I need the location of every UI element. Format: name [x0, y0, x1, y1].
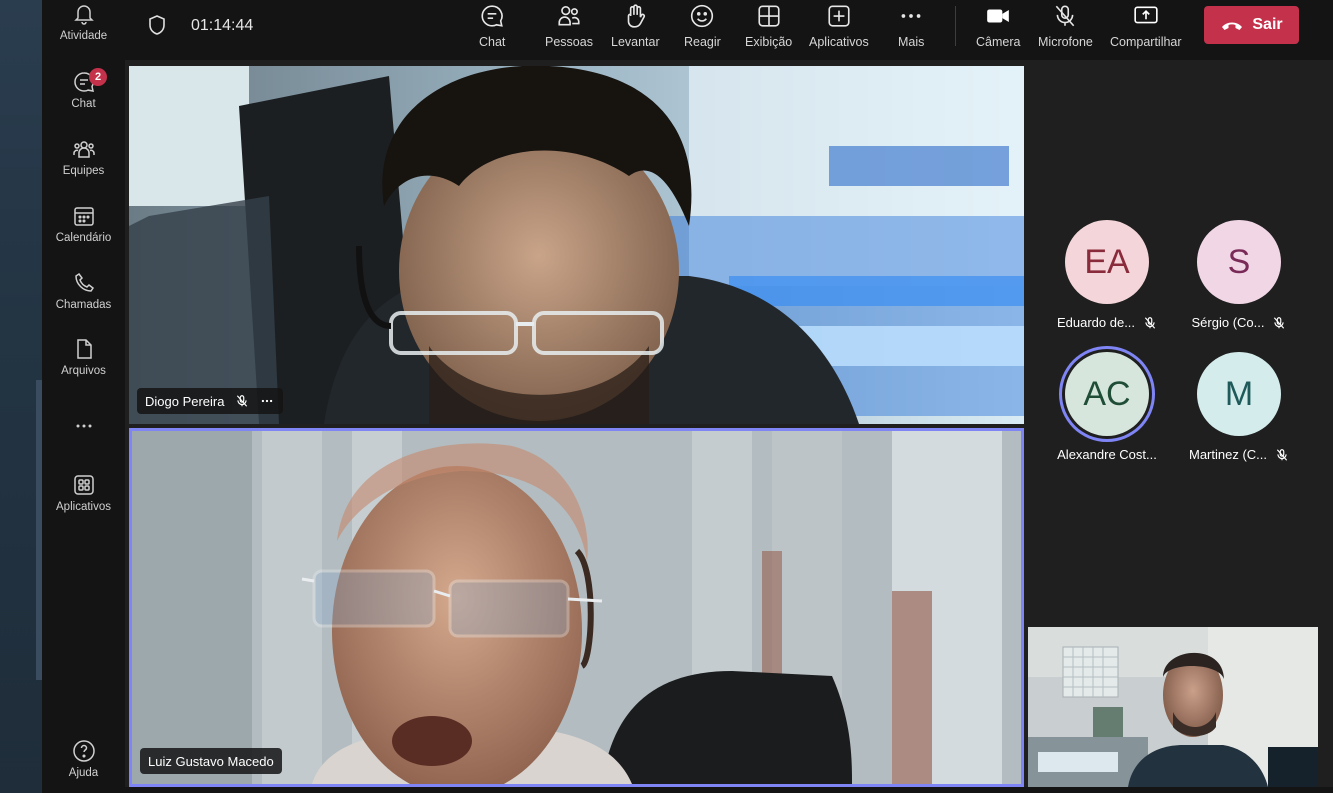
rail-item-more[interactable]: [42, 414, 125, 438]
chat-button[interactable]: Chat: [479, 0, 505, 60]
toolbar-label: Aplicativos: [809, 35, 869, 49]
toolbar-label: Mais: [898, 35, 925, 49]
app-rail: Atividade 2 Chat Equipes Calendário Cham…: [42, 0, 125, 793]
participant-tile[interactable]: EA Eduardo de...: [1037, 220, 1177, 330]
participant-name: Martinez (C...: [1188, 447, 1267, 462]
share-button[interactable]: Compartilhar: [1110, 0, 1182, 60]
participant-name-row: Alexandre Cost...: [1057, 447, 1157, 462]
bell-icon: [73, 5, 94, 25]
mic-off-icon: [236, 395, 247, 407]
avatar: M: [1197, 352, 1281, 436]
phone-icon: [74, 272, 94, 292]
people-icon: [558, 5, 580, 26]
toolbar-label: Pessoas: [545, 35, 593, 49]
rail-item-chat[interactable]: 2 Chat: [42, 68, 125, 110]
toolbar-label: Câmera: [976, 35, 1021, 49]
participant-tile[interactable]: AC Alexandre Cost...: [1037, 352, 1177, 462]
participant-tile[interactable]: M Martinez (C...: [1169, 352, 1309, 462]
rail-label: Aplicativos: [56, 501, 111, 513]
avatar: S: [1197, 220, 1281, 304]
participant-name: Eduardo de...: [1056, 315, 1136, 330]
rail-item-apps[interactable]: Aplicativos: [42, 473, 125, 513]
meeting-timer: 01:14:44: [191, 17, 254, 34]
toolbar-separator: [955, 6, 956, 46]
avatar: AC: [1065, 352, 1149, 436]
participant-name: Alexandre Cost...: [1057, 447, 1157, 462]
more-button[interactable]: Mais: [898, 0, 924, 60]
participant-gallery: EA Eduardo de... S Sérgio (Co... AC Alex…: [1028, 60, 1333, 622]
rail-item-teams[interactable]: Equipes: [42, 137, 125, 177]
calendar-icon: [73, 207, 94, 226]
file-icon: [76, 339, 92, 359]
smiley-icon: [691, 4, 714, 28]
people-button[interactable]: Pessoas: [545, 0, 593, 60]
add-app-icon: [828, 5, 850, 27]
toolbar-label: Exibição: [745, 35, 793, 49]
rail-label: Chat: [71, 98, 96, 110]
hand-icon: [628, 4, 646, 28]
grid-view-icon: [758, 5, 780, 27]
participant-name: Luiz Gustavo Macedo: [148, 753, 274, 769]
rail-item-help[interactable]: Ajuda: [42, 739, 125, 779]
chat-badge: 2: [89, 68, 107, 86]
chat-icon: [481, 5, 504, 27]
meeting-toolbar: 01:14:44 Chat Pessoas Levantar Reagir Ex…: [125, 0, 1333, 60]
raise-hand-button[interactable]: Levantar: [611, 0, 660, 60]
video-feed: [129, 66, 1024, 424]
background-desktop-strip: [0, 0, 42, 793]
more-icon: [76, 424, 91, 428]
toolbar-label: Levantar: [611, 35, 660, 49]
rail-item-calendar[interactable]: Calendário: [42, 204, 125, 244]
mic-off-icon: [1274, 316, 1285, 329]
mic-off-icon: [1056, 5, 1075, 27]
bottom-border: [125, 787, 1333, 793]
self-view-video[interactable]: [1028, 627, 1318, 787]
more-icon: [901, 14, 921, 18]
leave-label: Sair: [1252, 16, 1283, 33]
mic-button[interactable]: Microfone: [1038, 0, 1093, 60]
rail-item-activity[interactable]: Atividade: [42, 2, 125, 42]
leave-button[interactable]: Sair: [1204, 6, 1299, 44]
avatar: EA: [1065, 220, 1149, 304]
rail-label: Atividade: [59, 30, 108, 42]
participant-name-chip: Luiz Gustavo Macedo: [140, 748, 282, 774]
participant-name-row: Eduardo de...: [1057, 315, 1157, 330]
participant-name: Diogo Pereira: [145, 393, 225, 409]
toolbar-label: Microfone: [1038, 35, 1093, 49]
rail-label: Calendário: [55, 232, 112, 244]
toolbar-label: Chat: [479, 35, 506, 49]
participant-name-row: Sérgio (Co...: [1192, 315, 1287, 330]
toolbar-label: Compartilhar: [1110, 35, 1182, 49]
apps-button[interactable]: Aplicativos: [809, 0, 869, 60]
help-icon: [72, 740, 95, 762]
share-screen-icon: [1134, 6, 1158, 24]
participant-name: Sérgio (Co...: [1191, 315, 1265, 330]
rail-item-calls[interactable]: Chamadas: [42, 271, 125, 311]
shield-icon[interactable]: [147, 14, 167, 36]
rail-item-files[interactable]: Arquivos: [42, 337, 125, 377]
participant-name-chip: Diogo Pereira: [137, 388, 283, 414]
react-button[interactable]: Reagir: [684, 0, 721, 60]
hang-up-icon: [1222, 22, 1243, 30]
video-tile-bottom[interactable]: Luiz Gustavo Macedo: [129, 428, 1024, 787]
teams-icon: [72, 141, 95, 158]
participant-name-row: Martinez (C...: [1189, 447, 1289, 462]
rail-label: Ajuda: [68, 767, 99, 779]
participant-tile[interactable]: S Sérgio (Co...: [1169, 220, 1309, 330]
camera-button[interactable]: Câmera: [976, 0, 1020, 60]
mic-off-icon: [1144, 316, 1156, 329]
camera-icon: [987, 9, 1010, 23]
video-feed: [1028, 627, 1318, 787]
video-feed: [132, 431, 1021, 784]
rail-label: Arquivos: [61, 365, 106, 377]
more-options-icon[interactable]: [259, 394, 275, 408]
toolbar-label: Reagir: [684, 35, 721, 49]
view-button[interactable]: Exibição: [745, 0, 792, 60]
rail-label: Chamadas: [55, 299, 112, 311]
mic-off-icon: [1276, 448, 1288, 461]
apps-icon: [73, 475, 94, 495]
rail-label: Equipes: [62, 165, 105, 177]
video-tile-top[interactable]: Diogo Pereira: [129, 66, 1024, 424]
